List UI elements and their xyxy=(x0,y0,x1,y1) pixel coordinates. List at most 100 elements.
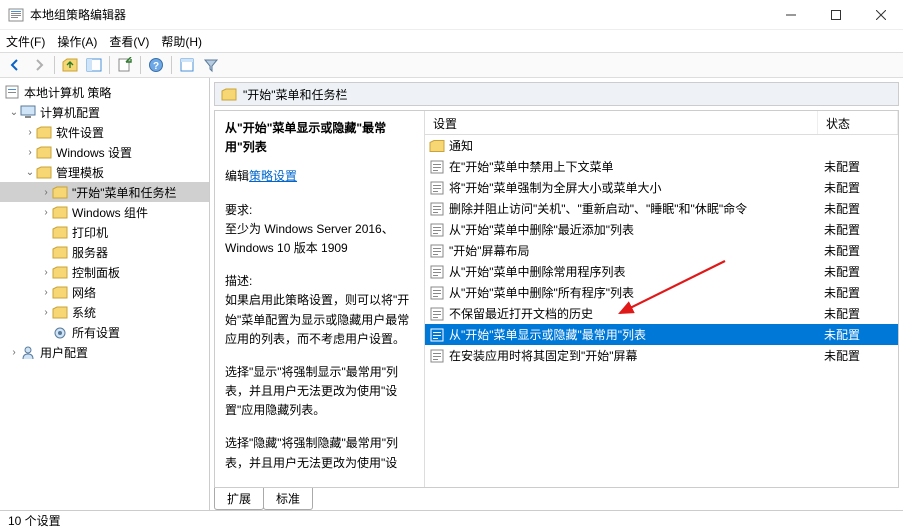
show-hide-tree-button[interactable] xyxy=(83,54,105,76)
tab-standard[interactable]: 标准 xyxy=(263,488,313,510)
row-state: 未配置 xyxy=(824,326,894,343)
tree-user-config[interactable]: › 用户配置 xyxy=(0,342,209,362)
close-button[interactable] xyxy=(858,0,903,29)
menubar: 文件(F) 操作(A) 查看(V) 帮助(H) xyxy=(0,30,903,52)
row-state: 未配置 xyxy=(824,242,894,259)
right-pane: "开始"菜单和任务栏 从"开始"菜单显示或隐藏"最常用"列表 编辑策略设置 要求… xyxy=(210,78,903,510)
row-state: 未配置 xyxy=(824,347,894,364)
path-header: "开始"菜单和任务栏 xyxy=(214,82,899,106)
setting-icon xyxy=(429,180,445,196)
row-state: 未配置 xyxy=(824,158,894,175)
row-name: "开始"屏幕布局 xyxy=(449,242,824,259)
list-row[interactable]: 将"开始"菜单强制为全屏大小或菜单大小未配置 xyxy=(425,177,898,198)
column-state[interactable]: 状态 xyxy=(818,111,898,134)
tree-printers[interactable]: 打印机 xyxy=(0,222,209,242)
toolbar-separator xyxy=(140,56,141,74)
tree-all-settings[interactable]: 所有设置 xyxy=(0,322,209,342)
toolbar-separator xyxy=(54,56,55,74)
list-row[interactable]: 在"开始"菜单中禁用上下文菜单未配置 xyxy=(425,156,898,177)
row-name: 从"开始"菜单中删除常用程序列表 xyxy=(449,263,824,280)
row-name: 从"开始"菜单中删除"最近添加"列表 xyxy=(449,221,824,238)
folder-icon xyxy=(36,166,52,179)
up-button[interactable] xyxy=(59,54,81,76)
tree-admin-templates[interactable]: ⌄ 管理模板 xyxy=(0,162,209,182)
row-name: 在安装应用时将其固定到"开始"屏幕 xyxy=(449,347,824,364)
tree-root[interactable]: 本地计算机 策略 xyxy=(0,82,209,102)
tab-extended[interactable]: 扩展 xyxy=(214,488,264,510)
list-row[interactable]: 从"开始"菜单中删除常用程序列表未配置 xyxy=(425,261,898,282)
list-row[interactable]: 在安装应用时将其固定到"开始"屏幕未配置 xyxy=(425,345,898,366)
setting-icon xyxy=(429,201,445,217)
list-row[interactable]: 从"开始"菜单中删除"所有程序"列表未配置 xyxy=(425,282,898,303)
minimize-button[interactable] xyxy=(768,0,813,29)
tree-network[interactable]: › 网络 xyxy=(0,282,209,302)
settings-icon xyxy=(52,326,68,339)
tree-pane: 本地计算机 策略 ⌄ 计算机配置 › 软件设置 › Windows 设置 ⌄ 管… xyxy=(0,78,210,510)
expand-icon[interactable]: › xyxy=(40,187,52,198)
row-name: 将"开始"菜单强制为全屏大小或菜单大小 xyxy=(449,179,824,196)
list-folder-notifications[interactable]: 通知 xyxy=(425,135,898,156)
tree-server[interactable]: 服务器 xyxy=(0,242,209,262)
svg-text:?: ? xyxy=(153,61,159,72)
user-icon xyxy=(20,345,36,359)
expand-icon[interactable]: › xyxy=(40,307,52,318)
tree-software-settings[interactable]: › 软件设置 xyxy=(0,122,209,142)
tree-control-panel[interactable]: › 控制面板 xyxy=(0,262,209,282)
help-button[interactable]: ? xyxy=(145,54,167,76)
setting-icon xyxy=(429,348,445,364)
policy-icon xyxy=(4,84,20,100)
tree-computer-config[interactable]: ⌄ 计算机配置 xyxy=(0,102,209,122)
row-state: 未配置 xyxy=(824,305,894,322)
row-state: 未配置 xyxy=(824,284,894,301)
export-button[interactable] xyxy=(114,54,136,76)
expand-icon[interactable]: › xyxy=(40,287,52,298)
expand-icon[interactable]: › xyxy=(24,127,36,138)
row-state: 未配置 xyxy=(824,179,894,196)
column-setting[interactable]: 设置 xyxy=(425,111,818,134)
list-row[interactable]: 从"开始"菜单中删除"最近添加"列表未配置 xyxy=(425,219,898,240)
menu-help[interactable]: 帮助(H) xyxy=(161,33,202,50)
folder-icon xyxy=(52,186,68,199)
folder-icon xyxy=(36,126,52,139)
maximize-button[interactable] xyxy=(813,0,858,29)
list-row[interactable]: 删除并阻止访问"关机"、"重新启动"、"睡眠"和"休眠"命令未配置 xyxy=(425,198,898,219)
properties-button[interactable] xyxy=(176,54,198,76)
filter-button[interactable] xyxy=(200,54,222,76)
menu-file[interactable]: 文件(F) xyxy=(6,33,45,50)
setting-icon xyxy=(429,222,445,238)
forward-button[interactable] xyxy=(28,54,50,76)
list-row[interactable]: "开始"屏幕布局未配置 xyxy=(425,240,898,261)
menu-action[interactable]: 操作(A) xyxy=(57,33,97,50)
list-pane: 设置 状态 通知 在"开始"菜单中禁用上下文菜单未配置将"开始"菜单强制为全屏大… xyxy=(425,111,898,487)
tree-windows-components[interactable]: › Windows 组件 xyxy=(0,202,209,222)
menu-view[interactable]: 查看(V) xyxy=(109,33,149,50)
collapse-icon[interactable]: ⌄ xyxy=(24,167,36,178)
folder-icon xyxy=(221,88,237,101)
setting-icon xyxy=(429,243,445,259)
list-row[interactable]: 从"开始"菜单显示或隐藏"最常用"列表未配置 xyxy=(425,324,898,345)
toolbar-separator xyxy=(109,56,110,74)
tree-windows-settings[interactable]: › Windows 设置 xyxy=(0,142,209,162)
row-name: 从"开始"菜单显示或隐藏"最常用"列表 xyxy=(449,326,824,343)
collapse-icon[interactable]: ⌄ xyxy=(8,107,20,118)
expand-icon[interactable]: › xyxy=(8,347,20,358)
expand-icon[interactable]: › xyxy=(24,147,36,158)
list-header: 设置 状态 xyxy=(425,111,898,135)
folder-icon xyxy=(52,206,68,219)
expand-icon[interactable]: › xyxy=(40,207,52,218)
status-text: 10 个设置 xyxy=(8,512,61,529)
folder-icon xyxy=(52,266,68,279)
folder-icon xyxy=(52,226,68,239)
description-p3: 选择"隐藏"将强制隐藏"最常用"列表，并且用户无法更改为使用"设 xyxy=(225,434,414,472)
description-pane: 从"开始"菜单显示或隐藏"最常用"列表 编辑策略设置 要求: 至少为 Windo… xyxy=(215,111,425,487)
list-row[interactable]: 不保留最近打开文档的历史未配置 xyxy=(425,303,898,324)
expand-icon[interactable]: › xyxy=(40,267,52,278)
tree-start-taskbar[interactable]: › "开始"菜单和任务栏 xyxy=(0,182,209,202)
setting-icon xyxy=(429,159,445,175)
edit-policy-link[interactable]: 策略设置 xyxy=(249,169,297,183)
toolbar: ? xyxy=(0,52,903,78)
description-label: 描述: xyxy=(225,272,414,291)
back-button[interactable] xyxy=(4,54,26,76)
row-name: 不保留最近打开文档的历史 xyxy=(449,305,824,322)
tree-system[interactable]: › 系统 xyxy=(0,302,209,322)
